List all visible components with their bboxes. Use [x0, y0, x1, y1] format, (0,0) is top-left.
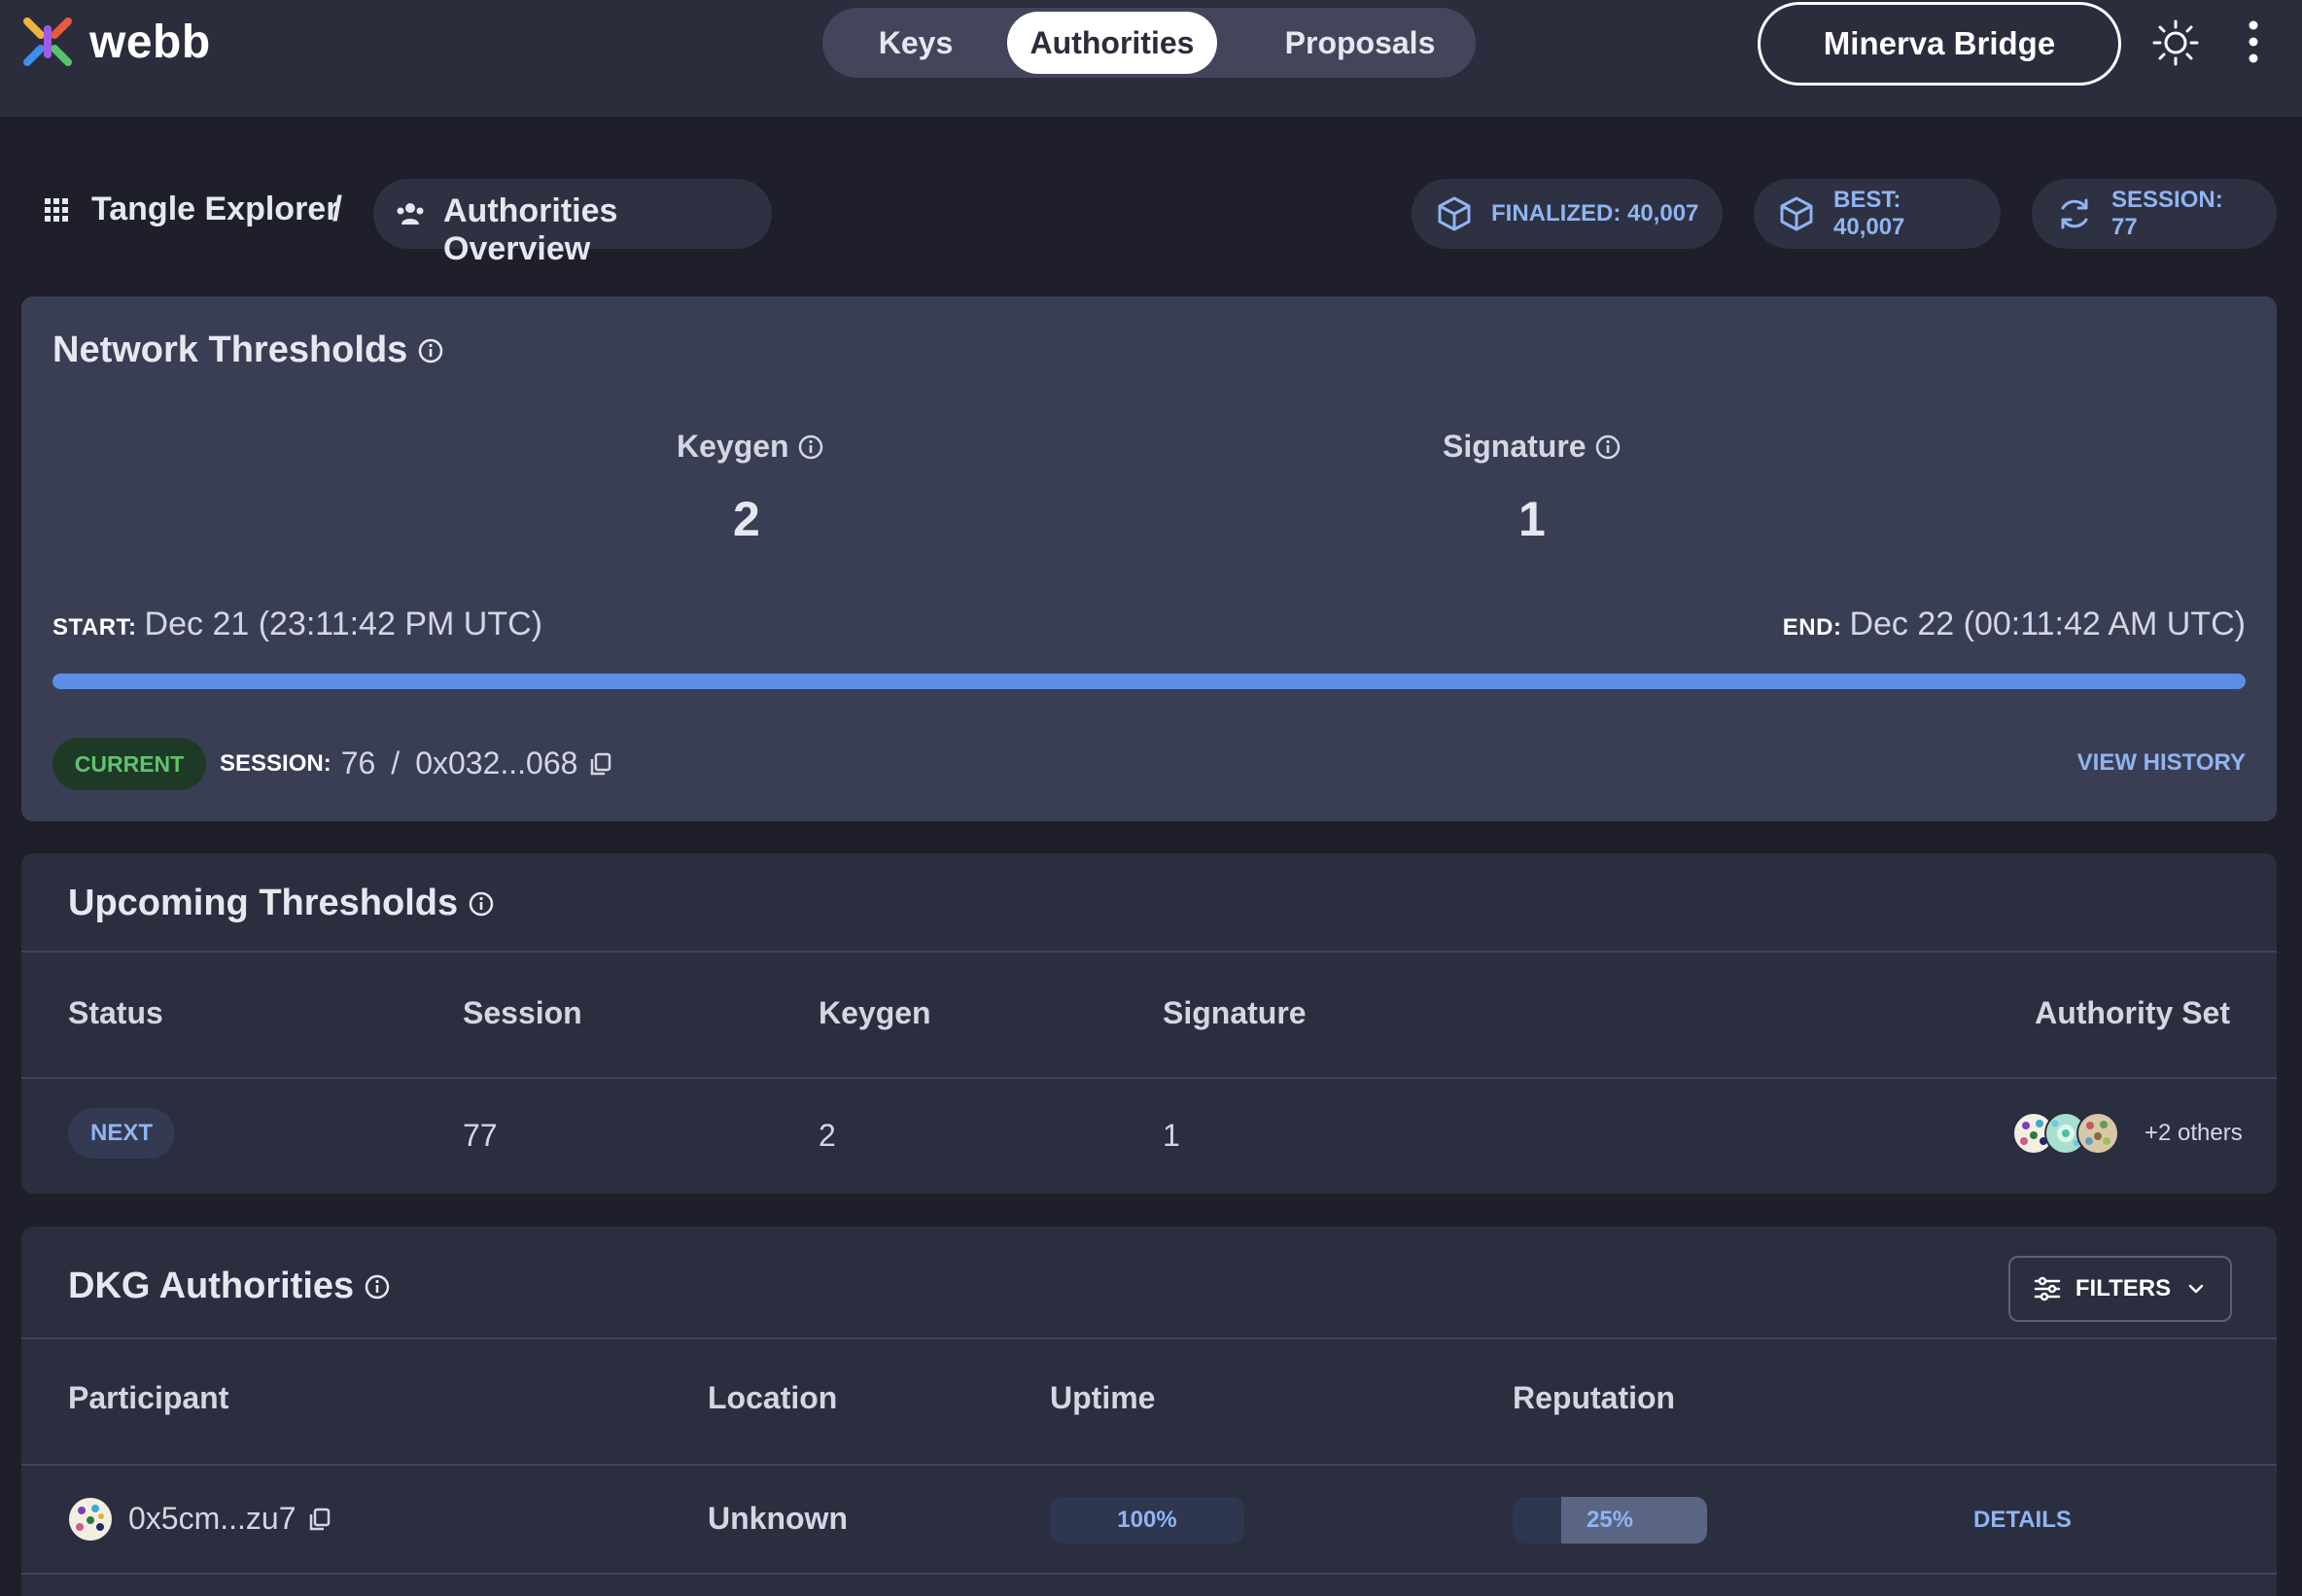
info-icon[interactable] [797, 434, 824, 461]
webb-logo-icon [23, 17, 72, 66]
tab-authorities[interactable]: Authorities [1007, 12, 1217, 74]
keygen-cell: 2 [819, 1118, 836, 1153]
filters-label: FILTERS [2075, 1275, 2172, 1301]
authority-set-others[interactable]: +2 others [2145, 1120, 2243, 1147]
column-header-reputation: Reputation [1513, 1380, 1676, 1415]
logo[interactable]: webb [19, 14, 211, 70]
session-label: SESSION: [220, 749, 331, 777]
filters-button[interactable]: FILTERS [2008, 1256, 2232, 1322]
view-history-link[interactable]: VIEW HISTORY [2077, 749, 2246, 777]
refresh-icon [2061, 198, 2088, 229]
column-header-signature: Signature [1163, 995, 1307, 1030]
network-thresholds-title-text: Network Thresholds [52, 330, 408, 370]
session-progress-fill [52, 674, 2246, 689]
divider [21, 1337, 2277, 1339]
avatar [2076, 1112, 2119, 1155]
divider [21, 1464, 2277, 1466]
network-thresholds-card: Network Thresholds Keygen 2 Signature 1 … [21, 296, 2277, 821]
column-header-location: Location [708, 1380, 838, 1415]
end-value: Dec 22 (00:11:42 AM UTC) [1849, 606, 2246, 642]
session-number: 76 [340, 746, 376, 781]
upcoming-thresholds-title-text: Upcoming Thresholds [68, 883, 459, 923]
copy-icon[interactable] [306, 1506, 333, 1533]
grid-icon [45, 198, 68, 222]
current-session: SESSION: 76 / 0x032...068 [220, 746, 614, 781]
info-icon[interactable] [417, 337, 444, 364]
signature-value: 1 [1518, 492, 1546, 546]
tab-proposals[interactable]: Proposals [1250, 12, 1470, 74]
divider [21, 1573, 2277, 1575]
column-header-keygen: Keygen [819, 995, 931, 1030]
dkg-authorities-title: DKG Authorities [68, 1266, 391, 1307]
column-header-authority-set: Authority Set [2035, 995, 2230, 1030]
session-separator: / [391, 746, 401, 781]
session-value: SESSION: 77 [2111, 187, 2223, 240]
filter-icon [2034, 1276, 2061, 1301]
cube-icon [1438, 196, 1471, 231]
copy-icon[interactable] [587, 750, 614, 778]
details-link[interactable]: DETAILS [1973, 1507, 2072, 1534]
reputation-bar: 25% [1513, 1497, 1707, 1544]
tab-keys[interactable]: Keys [830, 12, 1001, 74]
network-select-button[interactable]: Minerva Bridge [1758, 2, 2121, 86]
keygen-label: Keygen [677, 429, 824, 465]
column-header-status: Status [68, 995, 163, 1030]
kebab-icon[interactable] [2240, 17, 2267, 66]
info-icon[interactable] [468, 890, 495, 918]
breadcrumb-current: Authorities Overview [373, 179, 772, 267]
keygen-value: 2 [733, 492, 760, 546]
upcoming-thresholds-title: Upcoming Thresholds [68, 883, 495, 924]
session-progress-bar [52, 674, 2246, 689]
session-chip: SESSION: 77 [2032, 179, 2277, 249]
column-header-session: Session [463, 995, 582, 1030]
nav-tabs: Keys Authorities Proposals [822, 8, 1476, 78]
session-hash: 0x032...068 [415, 746, 578, 781]
info-icon[interactable] [364, 1273, 391, 1301]
participant-address: 0x5cm...zu7 [128, 1501, 296, 1536]
dkg-authorities-title-text: DKG Authorities [68, 1266, 355, 1306]
column-header-uptime: Uptime [1050, 1380, 1156, 1415]
start-label: START: [52, 614, 137, 641]
info-icon[interactable] [1594, 434, 1622, 461]
top-bar: webb Keys Authorities Proposals Minerva … [0, 0, 2302, 117]
uptime-value: 100% [1117, 1507, 1177, 1533]
status-badge-next: NEXT [68, 1108, 175, 1159]
chevron-down-icon [2188, 1284, 2204, 1294]
logo-text: webb [89, 16, 211, 68]
authority-avatars[interactable] [2012, 1110, 2119, 1157]
start-value: Dec 21 (23:11:42 PM UTC) [144, 606, 542, 642]
finalized-value: FINALIZED: 40,007 [1491, 200, 1699, 226]
signature-label-text: Signature [1443, 429, 1587, 464]
divider [21, 951, 2277, 953]
start-time: START: Dec 21 (23:11:42 PM UTC) [52, 606, 542, 643]
breadcrumb-root[interactable]: Tangle Explorer [91, 191, 338, 228]
uptime-bar: 100% [1050, 1497, 1244, 1544]
divider [21, 1077, 2277, 1079]
signature-cell: 1 [1163, 1118, 1180, 1153]
reputation-value: 25% [1586, 1507, 1634, 1533]
sun-icon[interactable] [2150, 17, 2201, 68]
breadcrumb-separator: / [332, 189, 343, 228]
end-label: END: [1782, 614, 1842, 641]
best-chip: BEST: 40,007 [1754, 179, 2001, 249]
end-time: END: Dec 22 (00:11:42 AM UTC) [1783, 606, 2246, 643]
finalized-chip: FINALIZED: 40,007 [1412, 179, 1723, 249]
participant-cell: 0x5cm...zu7 [128, 1501, 333, 1537]
best-value: BEST: 40,007 [1833, 187, 1905, 240]
users-icon [397, 203, 424, 225]
upcoming-thresholds-card: Upcoming Thresholds Status Session Keyge… [21, 853, 2277, 1194]
status-badge: CURRENT [52, 738, 206, 790]
network-thresholds-title: Network Thresholds [52, 330, 444, 371]
cube-icon [1780, 196, 1813, 231]
keygen-label-text: Keygen [677, 429, 789, 464]
dkg-authorities-card: DKG Authorities FILTERS Participant Loca… [21, 1227, 2277, 1596]
column-header-participant: Participant [68, 1380, 229, 1415]
location-cell: Unknown [708, 1501, 848, 1536]
signature-label: Signature [1443, 429, 1622, 465]
session-cell: 77 [463, 1118, 498, 1153]
breadcrumb-current-label: Authorities Overview [443, 192, 618, 267]
avatar [69, 1498, 112, 1541]
